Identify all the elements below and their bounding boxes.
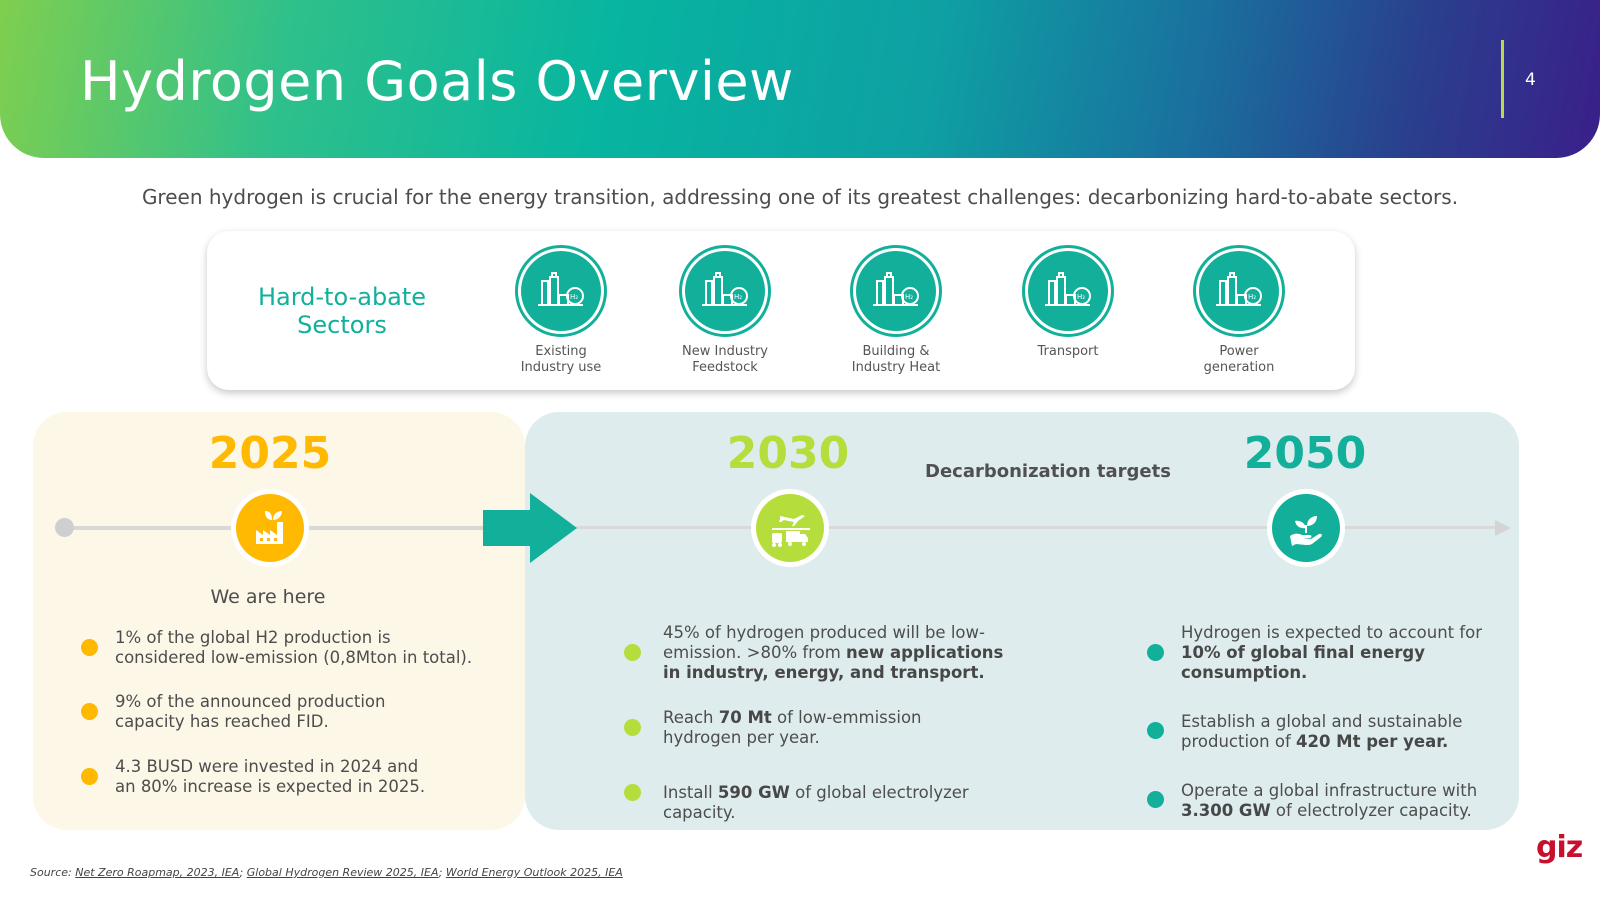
bullet-2025-1: 1% of the global H2 production is consid… xyxy=(115,628,473,667)
bullet-2030-3: Install 590 GW of global electrolyzer ca… xyxy=(663,783,969,822)
bullet-dot xyxy=(1147,791,1164,808)
source-link-3[interactable]: World Energy Outlook 2025, IEA xyxy=(446,866,623,879)
bullet-2025-3: 4.3 BUSD were invested in 2024 and an 80… xyxy=(115,757,426,796)
sector-label-line2: Industry use xyxy=(520,360,602,375)
factory-leaf-icon xyxy=(231,489,309,567)
header-divider xyxy=(1501,40,1504,118)
page-title: Hydrogen Goals Overview xyxy=(80,50,794,113)
bullet-dot xyxy=(1147,722,1164,739)
header-banner: Hydrogen Goals Overview 4 xyxy=(0,0,1600,158)
timeline-start-dot xyxy=(55,518,74,537)
sector-label-line2: Industry Heat xyxy=(851,360,941,375)
sector-label-line1: Transport xyxy=(1037,344,1099,359)
page-number: 4 xyxy=(1525,70,1536,90)
bullet-dot xyxy=(81,639,98,656)
hand-plant-icon xyxy=(1267,489,1345,567)
timeline-end-arrowhead xyxy=(1495,520,1511,536)
bullet-2050-3: Operate a global infrastructure with 3.3… xyxy=(1181,781,1478,820)
svg-text:H₂: H₂ xyxy=(570,293,578,301)
bullet-dot xyxy=(81,703,98,720)
year-2050: 2050 xyxy=(1243,428,1367,479)
sector-label-line2: Feedstock xyxy=(692,360,758,375)
giz-logo: giz xyxy=(1536,830,1583,865)
sector-new-industry-feedstock: H₂ New Industry Feedstock xyxy=(650,245,800,376)
big-arrow-icon xyxy=(483,493,577,563)
sector-label-line1: Building & xyxy=(862,344,930,359)
industry-h2-icon: H₂ xyxy=(1193,245,1285,337)
source-citation: Source: Net Zero Roapmap, 2023, IEA; Glo… xyxy=(30,866,623,879)
industry-h2-icon: H₂ xyxy=(515,245,607,337)
sector-building-industry-heat: H₂ Building & Industry Heat xyxy=(821,245,971,376)
sector-label-line1: New Industry xyxy=(682,344,768,359)
year-2030: 2030 xyxy=(726,428,850,479)
sector-transport: H₂ Transport xyxy=(993,245,1143,360)
bullet-dot xyxy=(624,719,641,736)
bullet-2050-2: Establish a global and sustainable produ… xyxy=(1181,712,1463,751)
transport-modes-icon xyxy=(751,489,829,567)
subtitle: Green hydrogen is crucial for the energy… xyxy=(141,185,1459,209)
sector-existing-industry: H₂ Existing Industry use xyxy=(486,245,636,376)
sectors-title: Hard-to-abate Sectors xyxy=(247,283,437,339)
svg-text:H₂: H₂ xyxy=(905,293,913,301)
bullet-2050-1: Hydrogen is expected to account for 10% … xyxy=(1181,623,1483,682)
industry-h2-icon: H₂ xyxy=(679,245,771,337)
svg-text:H₂: H₂ xyxy=(1077,293,1085,301)
we-are-here-label: We are here xyxy=(210,586,326,608)
bullet-dot xyxy=(81,768,98,785)
industry-h2-icon: H₂ xyxy=(1022,245,1114,337)
source-link-1[interactable]: Net Zero Roapmap, 2023, IEA xyxy=(75,866,239,879)
decarbonization-targets-label: Decarbonization targets xyxy=(925,461,1171,482)
sectors-title-line2: Sectors xyxy=(297,311,387,339)
timeline-line-targets xyxy=(575,526,1500,529)
year-2025: 2025 xyxy=(208,428,332,479)
bullet-2030-1: 45% of hydrogen produced will be low-emi… xyxy=(663,623,1004,682)
sectors-title-line1: Hard-to-abate xyxy=(257,283,427,311)
sector-label-line1: Power xyxy=(1219,344,1259,359)
bullet-dot xyxy=(1147,644,1164,661)
bullet-dot xyxy=(624,784,641,801)
bullet-dot xyxy=(624,644,641,661)
sector-label-line2: generation xyxy=(1203,360,1275,375)
bullet-2030-2: Reach 70 Mt of low-emmission hydrogen pe… xyxy=(663,708,922,747)
bullet-2025-2: 9% of the announced production capacity … xyxy=(115,692,386,731)
industry-h2-icon: H₂ xyxy=(850,245,942,337)
sector-label-line1: Existing xyxy=(535,344,587,359)
source-link-2[interactable]: Global Hydrogen Review 2025, IEA xyxy=(247,866,439,879)
sector-power-generation: H₂ Power generation xyxy=(1164,245,1314,376)
sectors-card: Hard-to-abate Sectors H₂ Existing Indust… xyxy=(207,231,1355,390)
svg-text:H₂: H₂ xyxy=(1248,293,1256,301)
svg-text:H₂: H₂ xyxy=(734,293,742,301)
